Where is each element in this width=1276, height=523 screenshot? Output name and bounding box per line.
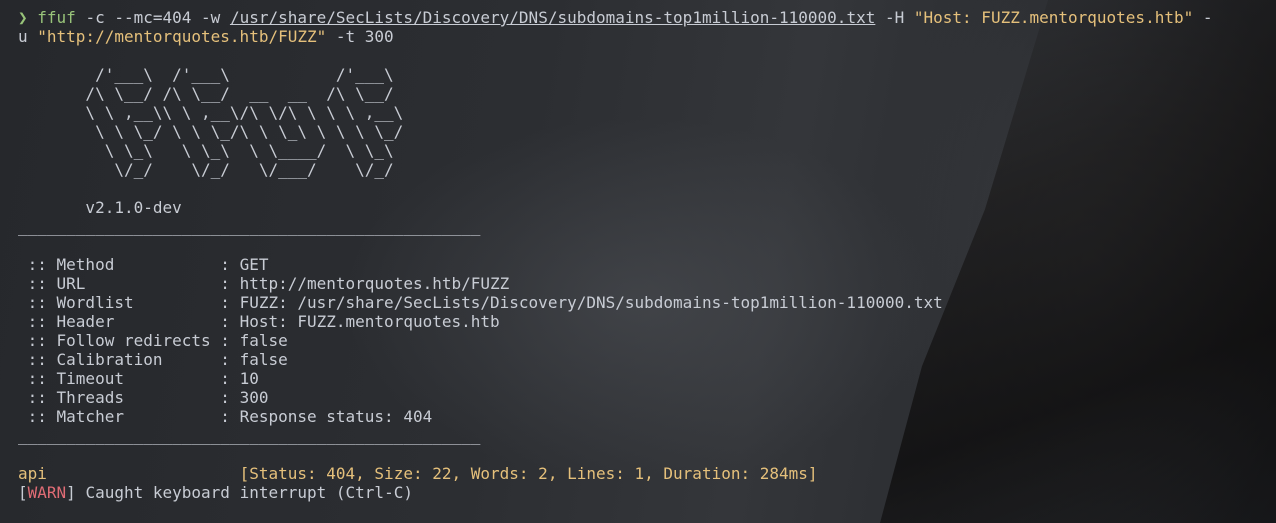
separator-rule: ________________________________________…: [18, 217, 481, 236]
config-row-header: :: Header : Host: FUZZ.mentorquotes.htb: [18, 312, 1276, 331]
config-value: 10: [239, 369, 259, 388]
header-string: "Host: FUZZ.mentorquotes.htb": [913, 8, 1194, 27]
config-value: false: [239, 350, 288, 369]
banner-art-line: \ \ \_/ \ \ \_/\ \ \_\ \ \ \ \_/: [18, 122, 404, 141]
result-padding: [47, 464, 240, 483]
config-value: Response status: 404: [239, 407, 433, 426]
config-key: :: Calibration :: [18, 350, 240, 369]
command-name: ffuf: [37, 8, 76, 27]
command-flags: -c --mc=404 -w: [75, 8, 230, 27]
separator-rule: ________________________________________…: [18, 426, 481, 445]
banner-art-line: /\ \__/ /\ \__/ __ __ /\ \__/: [18, 84, 394, 103]
config-value: 300: [239, 388, 269, 407]
config-key: :: Timeout :: [18, 369, 240, 388]
wordlist-path-link[interactable]: /usr/share/SecLists/Discovery/DNS/subdom…: [230, 8, 875, 27]
result-info: [Status: 404, Size: 22, Words: 2, Lines:…: [239, 464, 818, 483]
command-line: ❯ ffuf -c --mc=404 -w /usr/share/SecList…: [18, 8, 1276, 27]
banner-art-line: \ \ ,__\\ \ ,__\/\ \/\ \ \ \ ,__\: [18, 103, 404, 122]
banner-art-line: \ \_\ \ \_\ \ \____/ \ \_\: [18, 141, 394, 160]
config-value: Host: FUZZ.mentorquotes.htb: [239, 312, 500, 331]
url-flag-start: -: [1193, 8, 1213, 27]
config-key: :: Header :: [18, 312, 240, 331]
config-row-threads: :: Threads : 300: [18, 388, 1276, 407]
config-value: FUZZ: /usr/share/SecLists/Discovery/DNS/…: [239, 293, 943, 312]
config-row-timeout: :: Timeout : 10: [18, 369, 1276, 388]
command-line-continued: u "http://mentorquotes.htb/FUZZ" -t 300: [18, 27, 1276, 46]
warn-bracket-open: [: [18, 483, 28, 502]
warn-bracket-close: ]: [66, 483, 76, 502]
config-key: :: Follow redirects :: [18, 331, 240, 350]
threads-flag: -t 300: [326, 27, 394, 46]
config-row-matcher: :: Matcher : Response status: 404: [18, 407, 1276, 426]
header-flag: -H: [875, 8, 914, 27]
config-row-url: :: URL : http://mentorquotes.htb/FUZZ: [18, 274, 1276, 293]
result-row: api [Status: 404, Size: 22, Words: 2, Li…: [18, 464, 1276, 483]
version-label: v2.1.0-dev: [18, 198, 182, 217]
url-string: "http://mentorquotes.htb/FUZZ": [37, 27, 327, 46]
config-row-wordlist: :: Wordlist : FUZZ: /usr/share/SecLists/…: [18, 293, 1276, 312]
config-key: :: URL :: [18, 274, 240, 293]
warning-row: [WARN] Caught keyboard interrupt (Ctrl-C…: [18, 483, 1276, 502]
terminal-output[interactable]: ❯ ffuf -c --mc=404 -w /usr/share/SecList…: [0, 0, 1276, 523]
config-key: :: Method :: [18, 255, 240, 274]
config-row-calibration: :: Calibration : false: [18, 350, 1276, 369]
warn-tag: WARN: [27, 483, 67, 502]
config-row-follow-redirects: :: Follow redirects : false: [18, 331, 1276, 350]
url-flag-end: u: [18, 27, 38, 46]
warn-message: Caught keyboard interrupt (Ctrl-C): [75, 483, 413, 502]
config-key: :: Threads :: [18, 388, 240, 407]
banner-art-line: \/_/ \/_/ \/___/ \/_/: [18, 160, 394, 179]
config-key: :: Matcher :: [18, 407, 240, 426]
result-word: api: [18, 464, 47, 483]
config-value: GET: [239, 255, 269, 274]
banner-art-line: /'___\ /'___\ /'___\: [18, 65, 394, 84]
config-key: :: Wordlist :: [18, 293, 240, 312]
prompt-icon: ❯: [18, 8, 28, 27]
config-value: false: [239, 331, 288, 350]
config-value: http://mentorquotes.htb/FUZZ: [239, 274, 510, 293]
config-row-method: :: Method : GET: [18, 255, 1276, 274]
